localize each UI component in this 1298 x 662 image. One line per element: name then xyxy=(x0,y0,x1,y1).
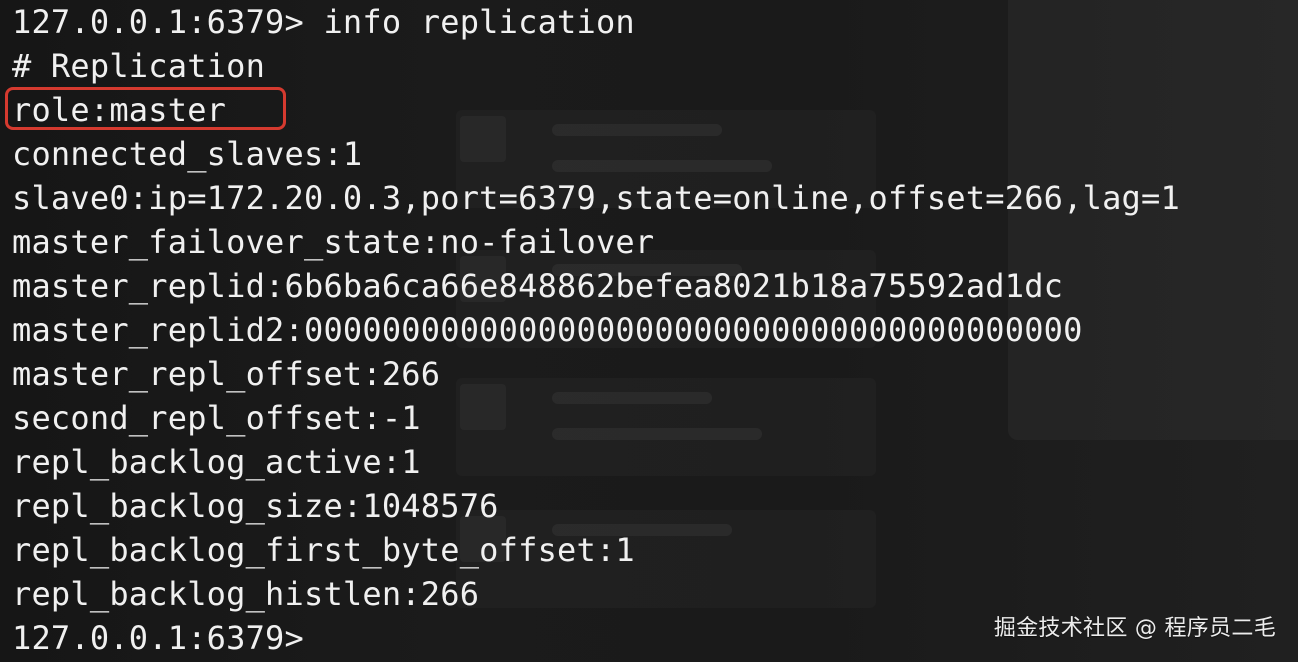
role-line: role:master xyxy=(12,91,227,129)
slave0-line: slave0:ip=172.20.0.3,port=6379,state=onl… xyxy=(12,179,1180,217)
final-prompt-line[interactable]: 127.0.0.1:6379> xyxy=(12,616,304,660)
section-heading-line: # Replication xyxy=(12,47,266,85)
background-ghost-avatar xyxy=(460,116,506,162)
repl-backlog-size-line: repl_backlog_size:1048576 xyxy=(12,487,499,525)
master-repl-offset-line: master_repl_offset:266 xyxy=(12,355,441,393)
connected-slaves-line: connected_slaves:1 xyxy=(12,135,363,173)
command-prompt-line: 127.0.0.1:6379> info replication xyxy=(12,3,635,41)
watermark-text: 掘金技术社区 @ 程序员二毛 xyxy=(993,616,1276,641)
background-ghost-line xyxy=(552,124,722,136)
repl-backlog-active-line: repl_backlog_active:1 xyxy=(12,443,421,481)
master-replid-line: master_replid:6b6ba6ca66e848862befea8021… xyxy=(12,267,1064,305)
master-replid2-line: master_replid2:0000000000000000000000000… xyxy=(12,311,1083,349)
background-ghost-line xyxy=(552,160,772,172)
background-ghost-chat-item xyxy=(456,378,876,476)
repl-backlog-first-byte-offset-line: repl_backlog_first_byte_offset:1 xyxy=(12,531,635,569)
terminal-window[interactable]: 127.0.0.1:6379> info replication # Repli… xyxy=(0,0,1298,662)
background-ghost-line xyxy=(552,428,762,440)
master-failover-state-line: master_failover_state:no-failover xyxy=(12,223,655,261)
background-ghost-panel xyxy=(1008,0,1298,440)
background-ghost-line xyxy=(552,392,712,404)
second-repl-offset-line: second_repl_offset:-1 xyxy=(12,399,421,437)
repl-backlog-histlen-line: repl_backlog_histlen:266 xyxy=(12,575,480,613)
background-ghost-avatar xyxy=(460,384,506,430)
